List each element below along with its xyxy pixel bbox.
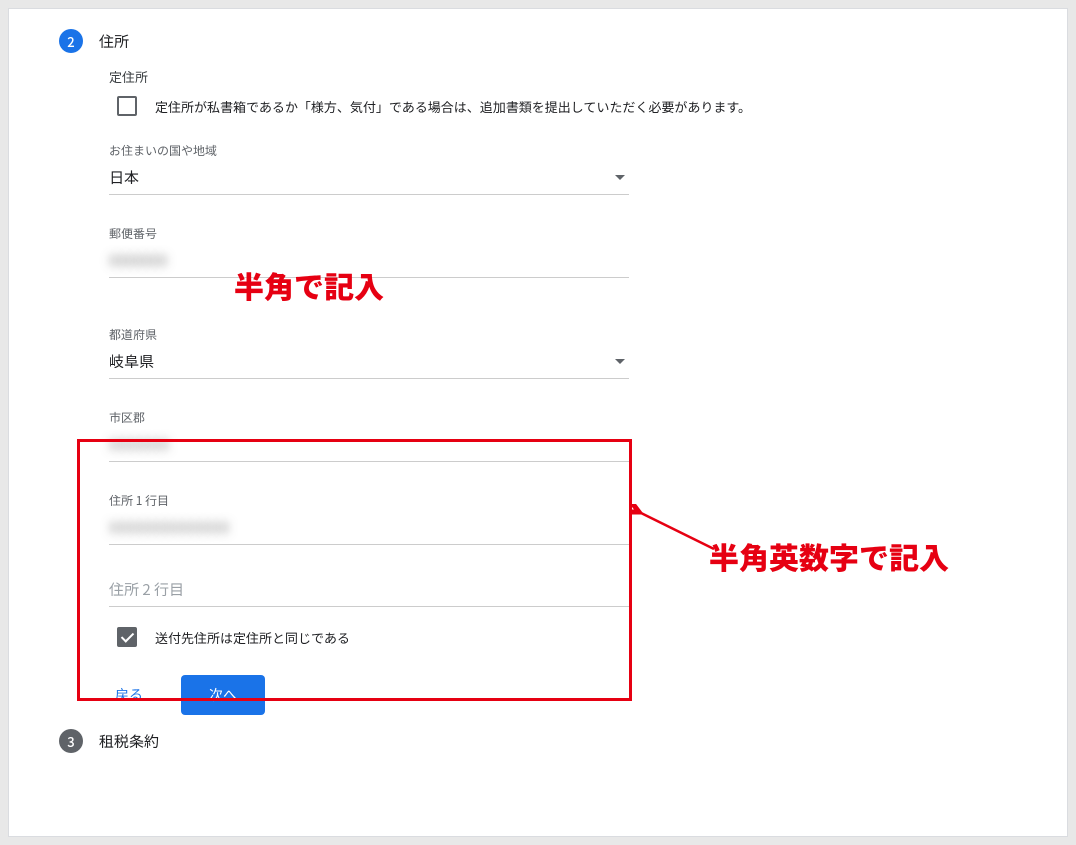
step-3-badge: 3: [59, 729, 83, 753]
country-field: お住まいの国や地域 日本: [109, 142, 629, 195]
back-button[interactable]: 戻る: [101, 675, 157, 715]
step-2-header: 2 住所: [59, 29, 1047, 53]
pobox-checkbox[interactable]: [117, 96, 137, 116]
line1-label: 住所 1 行目: [109, 492, 629, 509]
country-select[interactable]: 日本: [109, 163, 629, 195]
prefecture-label: 都道府県: [109, 326, 629, 343]
line1-field: 住所 1 行目 XXXXXXXXXXXXXX: [109, 492, 629, 545]
country-value: 日本: [109, 167, 139, 188]
line1-input[interactable]: XXXXXXXXXXXXXX: [109, 513, 629, 545]
postal-label: 郵便番号: [109, 225, 629, 242]
postal-value: 0000000: [109, 250, 167, 271]
same-address-checkbox[interactable]: [117, 627, 137, 647]
city-input[interactable]: XXXXXXX: [109, 430, 629, 462]
line2-placeholder: 住所 2 行目: [109, 579, 184, 600]
line2-input[interactable]: 住所 2 行目: [109, 575, 629, 607]
prefecture-value: 岐阜県: [109, 351, 154, 372]
same-address-label: 送付先住所は定住所と同じである: [155, 628, 350, 647]
line2-field: 住所 2 行目: [109, 575, 629, 607]
pobox-row: 定住所が私書箱であるか「様方、気付」である場合は、追加書類を提出していただく必要…: [117, 96, 1047, 116]
prefecture-field: 都道府県 岐阜県: [109, 326, 629, 379]
buttons-row: 戻る 次へ: [101, 675, 1047, 715]
country-label: お住まいの国や地域: [109, 142, 629, 159]
step-3-header: 3 租税条約: [59, 729, 1047, 753]
step-2-title: 住所: [99, 31, 129, 52]
chevron-down-icon: [615, 359, 625, 364]
annotation-hankaku-alnum: 半角英数字で記入: [709, 534, 949, 578]
form-page: 2 住所 定住所 定住所が私書箱であるか「様方、気付」である場合は、追加書類を提…: [8, 8, 1068, 837]
next-button[interactable]: 次へ: [181, 675, 265, 715]
permanent-address-heading: 定住所: [109, 67, 1047, 86]
annotation-hankaku: 半角で記入: [234, 263, 384, 307]
prefecture-select[interactable]: 岐阜県: [109, 347, 629, 379]
line1-value: XXXXXXXXXXXXXX: [109, 517, 229, 538]
city-field: 市区郡 XXXXXXX: [109, 409, 629, 462]
city-value: XXXXXXX: [109, 434, 169, 455]
pobox-note: 定住所が私書箱であるか「様方、気付」である場合は、追加書類を提出していただく必要…: [155, 97, 751, 116]
same-address-row: 送付先住所は定住所と同じである: [117, 627, 1047, 647]
city-label: 市区郡: [109, 409, 629, 426]
chevron-down-icon: [615, 175, 625, 180]
step-3-title: 租税条約: [99, 731, 159, 752]
step-2-badge: 2: [59, 29, 83, 53]
